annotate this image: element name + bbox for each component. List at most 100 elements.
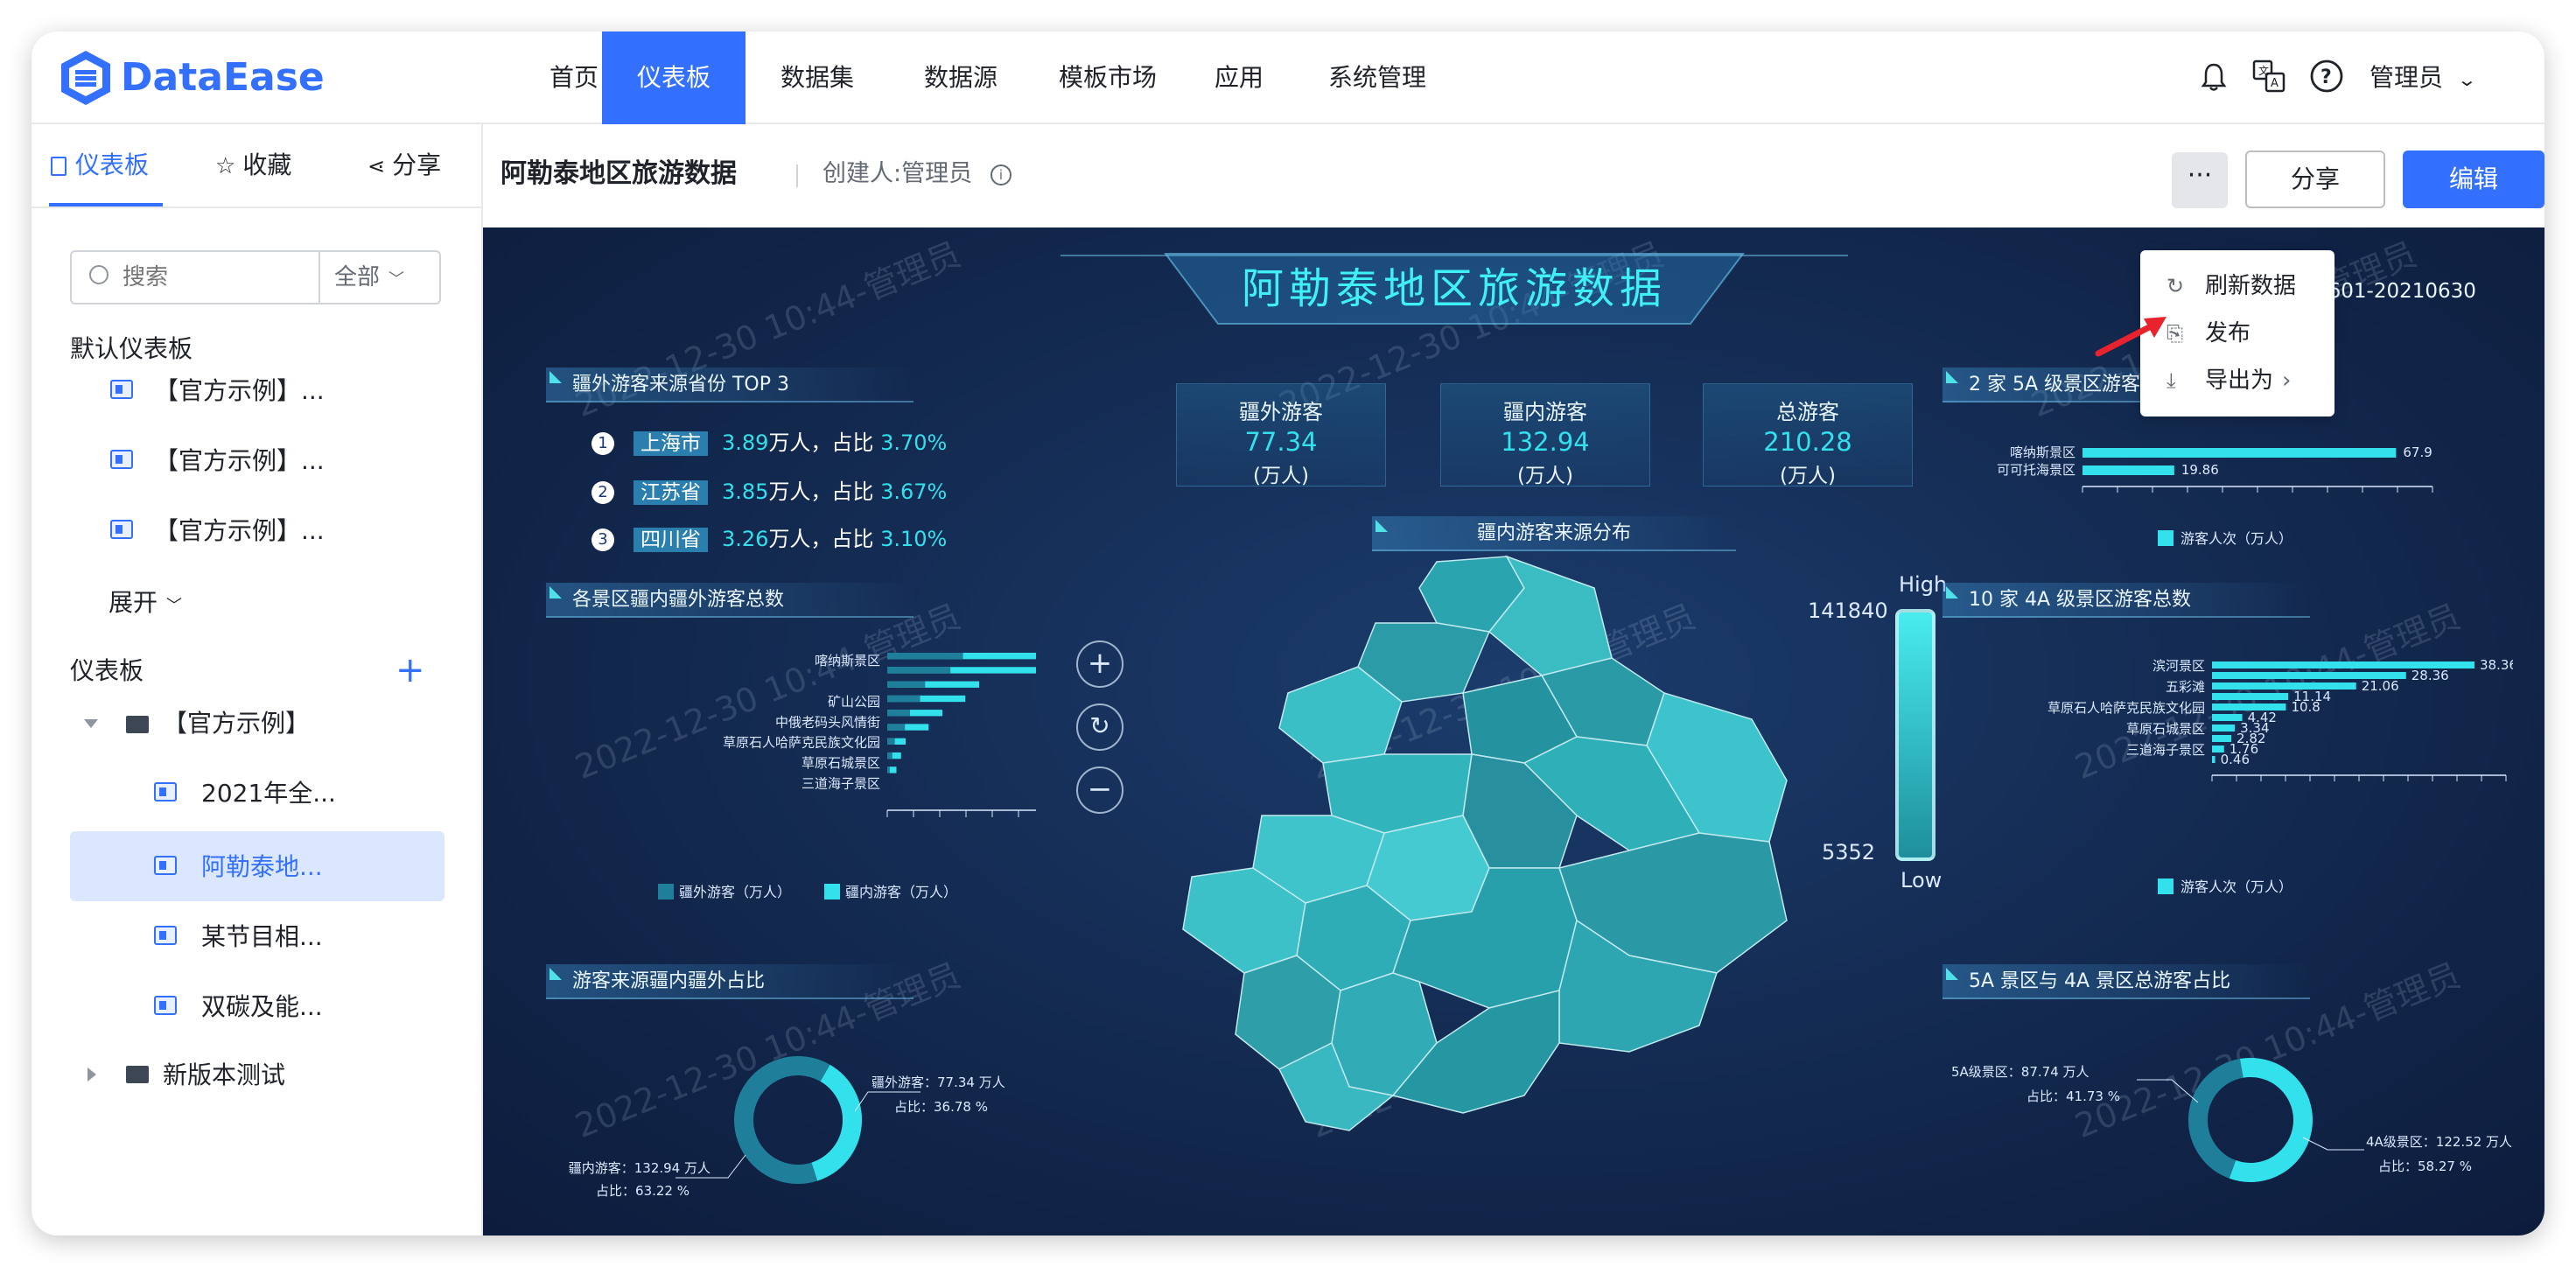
folder-dashboard-item[interactable]: 双碳及能...	[201, 975, 323, 1040]
star-icon: ☆	[215, 153, 236, 179]
filter-select-value: 全部	[334, 264, 381, 290]
top-navigation-bar: DataEase 首页 仪表板 数据集 数据源 模板市场 应用 系统管理 文A …	[32, 32, 2544, 124]
zoom-in-button[interactable]: +	[1076, 640, 1124, 688]
bar-4a	[2212, 735, 2232, 742]
category-label: 草原石城景区	[2126, 721, 2205, 737]
donut-pct-inside: 占比：63.22 %	[596, 1183, 690, 1199]
folder-dashboard-item[interactable]: 2021年全...	[201, 761, 336, 826]
zoom-out-button[interactable]: −	[1076, 766, 1124, 814]
title-divider	[796, 164, 798, 187]
top3-row: 1 上海市 3.89万人，占比 3.70%	[592, 427, 947, 458]
more-actions-button[interactable]: ···	[2172, 152, 2228, 208]
legend-max-value: 141840	[1808, 598, 1888, 623]
kpi-unit: (万人)	[1253, 465, 1309, 487]
5a-bar-chart[interactable]: 喀纳斯景区 67.9 可可托海景区 19.86 游客人次（万人）	[1936, 420, 2513, 578]
bar-outside-tourists	[887, 710, 910, 717]
svg-text:文: 文	[2258, 64, 2269, 77]
nav-dataset[interactable]: 数据集	[746, 32, 889, 124]
legend-gradient-bar[interactable]	[1895, 609, 1936, 861]
dashboard-icon	[154, 782, 177, 802]
bar-value-label: 67.9	[2403, 444, 2432, 460]
user-menu[interactable]: 管理员 ⌄	[2370, 32, 2477, 124]
dataease-logo-icon[interactable]	[58, 49, 114, 107]
translate-icon[interactable]: 文A	[2250, 58, 2287, 94]
top3-value: 3.26	[722, 527, 769, 551]
bar-value-label: 10.8	[2291, 699, 2320, 715]
tab-dashboards[interactable]: 仪表板	[51, 124, 149, 206]
4a-bar-chart[interactable]: 38.3628.3621.0611.1410.84.423.342.821.76…	[1936, 634, 2513, 931]
caret-right-icon[interactable]	[88, 1068, 96, 1082]
province-label: 四川省	[634, 528, 708, 552]
top3-value: 3.85	[722, 480, 769, 504]
bar-value-label: 21.06	[2362, 678, 2399, 694]
category-label: 草原石城景区	[802, 755, 880, 771]
download-icon: ⤓	[2166, 368, 2176, 393]
menu-item-export-label: 导出为	[2205, 368, 2274, 394]
donut-slice	[734, 1056, 830, 1184]
4a-panel-title: 10 家 4A 级景区游客总数	[1942, 583, 2310, 618]
kpi-label: 疆内游客	[1503, 400, 1587, 424]
share-button[interactable]: 分享	[2245, 150, 2385, 208]
kpi-unit: (万人)	[1517, 465, 1573, 487]
category-label: 喀纳斯景区	[2010, 444, 2076, 460]
dashboard-title: 阿勒泰地区旅游数据	[500, 158, 737, 189]
donut-pct-5a: 占比：41.73 %	[2026, 1088, 2120, 1104]
5a-4a-donut-chart[interactable]: 5A级景区：87.74 万人占比：41.73 % 4A级景区：122.52 万人占…	[1936, 1006, 2513, 1216]
top3-panel-title: 疆外游客来源省份 TOP 3	[546, 368, 914, 402]
caret-down-icon[interactable]	[84, 719, 98, 728]
expand-toggle[interactable]: 展开 ﹀	[108, 570, 182, 635]
rank-badge: 1	[592, 432, 614, 455]
info-icon[interactable]: i	[990, 164, 1012, 186]
province-label: 上海市	[634, 431, 708, 456]
notification-bell-icon[interactable]	[2196, 60, 2231, 94]
nav-datasource[interactable]: 数据源	[889, 32, 1032, 124]
kpi-label: 总游客	[1776, 400, 1839, 424]
edit-button[interactable]: 编辑	[2403, 150, 2544, 208]
donut-pct-4a: 占比：58.27 %	[2378, 1158, 2472, 1174]
help-icon[interactable]: ?	[2308, 58, 2345, 94]
menu-item-export[interactable]: ⤓ 导出为 ›	[2140, 357, 2334, 404]
donut-left-panel-title: 游客来源疆内疆外占比	[546, 964, 914, 999]
province-label: 江苏省	[634, 480, 708, 505]
dashboard-icon	[154, 856, 177, 875]
add-icon[interactable]: +	[396, 646, 425, 695]
top3-row: 3 四川省 3.26万人，占比 3.10%	[592, 523, 947, 555]
share-icon: ⋖	[368, 154, 386, 178]
folder-dashboard-item[interactable]: 某节目相...	[201, 905, 323, 970]
search-input[interactable]	[122, 259, 315, 296]
leader-line	[2137, 1079, 2199, 1103]
tab-shared[interactable]: ⋖ 分享	[368, 124, 441, 206]
default-dashboard-item[interactable]: 【官方示例】...	[154, 359, 325, 424]
filter-select[interactable]: 全部 ﹀	[334, 252, 404, 303]
reset-map-button[interactable]: ↻	[1076, 704, 1124, 751]
nav-app[interactable]: 应用	[1186, 32, 1292, 124]
bar-value-label: 28.36	[2412, 668, 2449, 683]
folder-new-version-test[interactable]: 新版本测试	[163, 1043, 285, 1108]
bar-4a	[2212, 756, 2216, 763]
app-window: DataEase 首页 仪表板 数据集 数据源 模板市场 应用 系统管理 文A …	[32, 32, 2544, 1236]
scenic-bar-chart[interactable]: 喀纳斯景区矿山公园中俄老码头风情街草原石人哈萨克民族文化园草原石城景区三道海子景…	[546, 639, 1036, 910]
tab-favorites[interactable]: ☆ 收藏	[215, 124, 291, 206]
folder-dashboard-item-selected[interactable]: 阿勒泰地...	[201, 835, 323, 900]
nav-template-market[interactable]: 模板市场	[1029, 32, 1186, 124]
source-donut-chart[interactable]: 疆外游客：77.34 万人占比：36.78 % 疆内游客：132.94 万人占比：…	[536, 1006, 1078, 1216]
date-range-label: 0601-20210630	[2315, 280, 2476, 303]
folder-official-examples[interactable]: 【官方示例】	[163, 691, 310, 756]
nav-dashboard[interactable]: 仪表板	[602, 32, 746, 124]
legend-label: 游客人次（万人）	[2180, 530, 2292, 547]
dashboard-icon	[110, 450, 133, 469]
menu-item-refresh[interactable]: ↻ 刷新数据	[2140, 262, 2334, 310]
sidebar: 仪表板 ☆收藏 ⋖分享 全部﹀ 默认仪表板 【官方示例】... 【官方示例】..…	[32, 124, 483, 1236]
default-dashboard-item[interactable]: 【官方示例】...	[154, 499, 325, 564]
category-label: 矿山公园	[828, 694, 880, 710]
kpi-unit: (万人)	[1780, 465, 1836, 487]
legend-swatch-outside	[658, 884, 674, 900]
bar-4a	[2212, 714, 2243, 721]
bar-4a	[2212, 682, 2356, 690]
default-dashboard-item[interactable]: 【官方示例】...	[154, 429, 325, 494]
category-label: 滨河景区	[2152, 658, 2205, 674]
bar-5a	[2082, 466, 2174, 475]
menu-item-refresh-label: 刷新数据	[2205, 273, 2297, 299]
nav-system-settings[interactable]: 系统管理	[1292, 32, 1463, 124]
search-box: 全部 ﹀	[70, 250, 441, 304]
